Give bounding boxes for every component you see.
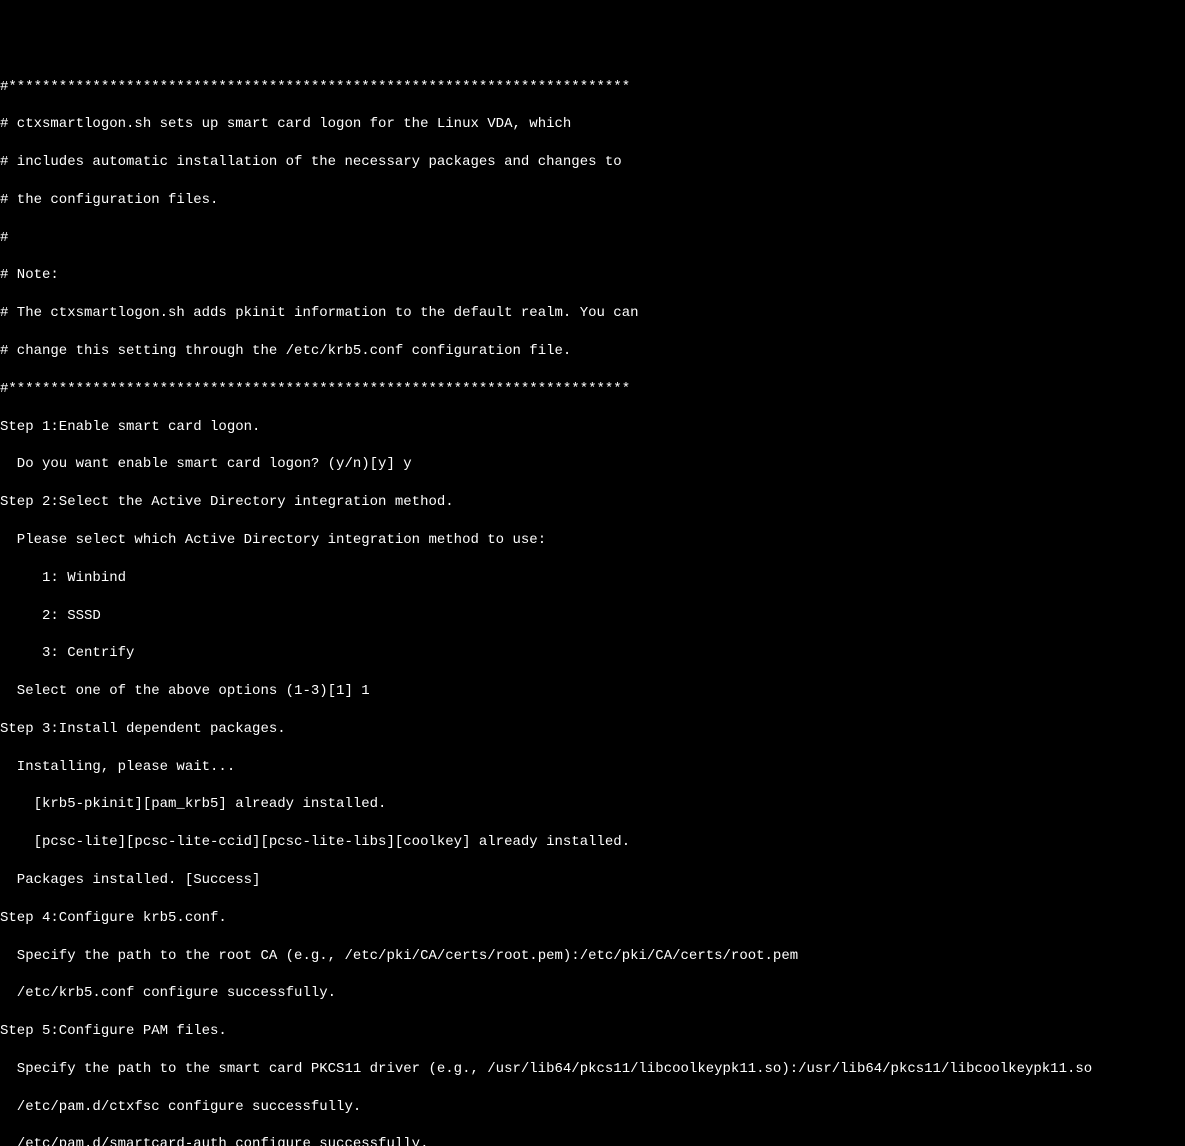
step1-prompt: Do you want enable smart card logon? (y/…	[0, 455, 1185, 474]
step3-title: Step 3:Install dependent packages.	[0, 720, 1185, 739]
step2-option-1: 1: Winbind	[0, 569, 1185, 588]
step2-option-2: 2: SSSD	[0, 607, 1185, 626]
header-comment: # Note:	[0, 266, 1185, 285]
step3-pkg-line: [pcsc-lite][pcsc-lite-ccid][pcsc-lite-li…	[0, 833, 1185, 852]
header-divider-top: #***************************************…	[0, 78, 1185, 97]
step5-title: Step 5:Configure PAM files.	[0, 1022, 1185, 1041]
step2-option-3: 3: Centrify	[0, 644, 1185, 663]
step2-select: Select one of the above options (1-3)[1]…	[0, 682, 1185, 701]
step5-prompt: Specify the path to the smart card PKCS1…	[0, 1060, 1185, 1079]
step3-installing: Installing, please wait...	[0, 758, 1185, 777]
step3-pkg-line: [krb5-pkinit][pam_krb5] already installe…	[0, 795, 1185, 814]
step5-result: /etc/pam.d/ctxfsc configure successfully…	[0, 1098, 1185, 1117]
step1-title: Step 1:Enable smart card logon.	[0, 418, 1185, 437]
header-comment: # change this setting through the /etc/k…	[0, 342, 1185, 361]
header-divider-bottom: #***************************************…	[0, 380, 1185, 399]
header-comment: # The ctxsmartlogon.sh adds pkinit infor…	[0, 304, 1185, 323]
step2-title: Step 2:Select the Active Directory integ…	[0, 493, 1185, 512]
step3-success: Packages installed. [Success]	[0, 871, 1185, 890]
step4-prompt: Specify the path to the root CA (e.g., /…	[0, 947, 1185, 966]
step4-title: Step 4:Configure krb5.conf.	[0, 909, 1185, 928]
step2-prompt: Please select which Active Directory int…	[0, 531, 1185, 550]
header-comment: # ctxsmartlogon.sh sets up smart card lo…	[0, 115, 1185, 134]
step5-result: /etc/pam.d/smartcard-auth configure succ…	[0, 1135, 1185, 1146]
step4-result: /etc/krb5.conf configure successfully.	[0, 984, 1185, 1003]
header-comment: # the configuration files.	[0, 191, 1185, 210]
header-comment: #	[0, 229, 1185, 248]
header-comment: # includes automatic installation of the…	[0, 153, 1185, 172]
